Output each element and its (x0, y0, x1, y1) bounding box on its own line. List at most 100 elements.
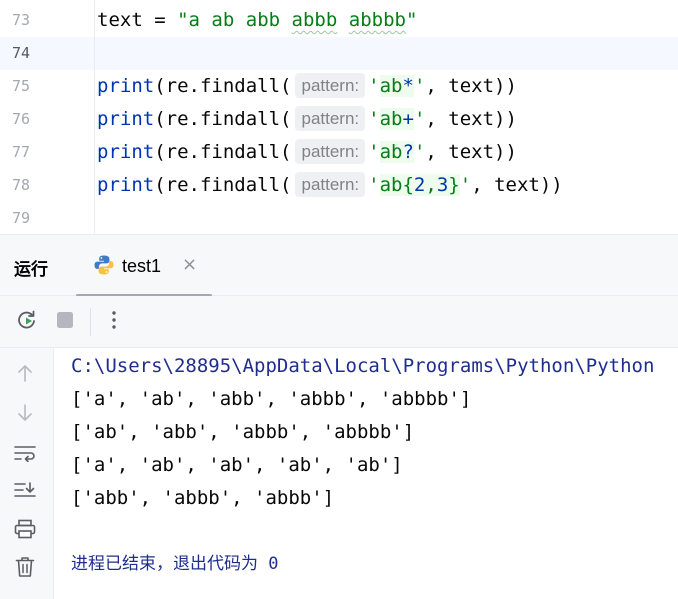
regex-comma: , (425, 174, 437, 196)
parameter-hint: pattern: (295, 139, 366, 164)
regex-quantifier-max: 3 (436, 174, 449, 196)
regex-quantifier-min: 2 (413, 174, 426, 196)
run-tool-window-header: 运行 test1 × (0, 234, 678, 297)
gutter-line: 75 (0, 70, 60, 103)
arrow-up-icon (16, 363, 34, 387)
clear-console-button[interactable] (12, 556, 38, 582)
string-quote: ' (368, 141, 380, 163)
findall-call: (re.findall( (154, 75, 292, 97)
string-quote: ' (459, 174, 472, 196)
line-number: 78 (11, 176, 30, 194)
current-line-highlight (0, 37, 678, 70)
gutter-line: 78 (0, 169, 60, 202)
run-toolbar (0, 296, 678, 348)
findall-call: (re.findall( (154, 108, 292, 130)
console-output-line: ['a', 'ab', 'ab', 'ab', 'ab'] (71, 454, 403, 476)
string-quote: " (177, 9, 189, 31)
variable-name: text (97, 9, 143, 31)
print-button[interactable] (12, 518, 38, 544)
string-quote: ' (413, 141, 426, 163)
string-part (337, 9, 348, 31)
more-options-button[interactable] (100, 308, 128, 336)
print-call: print (97, 141, 155, 163)
print-call: print (97, 75, 155, 97)
console-output-line: ['abb', 'abbb', 'abbb'] (71, 487, 335, 509)
line-number: 75 (11, 77, 30, 95)
print-call: print (97, 174, 155, 196)
call-arguments: , text)) (471, 174, 563, 196)
run-console[interactable]: C:\Users\28895\AppData\Local\Programs\Py… (55, 348, 678, 599)
string-part: a ab (188, 9, 246, 31)
code-line-77[interactable]: print(re.findall(pattern:'ab?', text)) (97, 136, 517, 169)
code-editor[interactable]: 73 74 75 76 77 78 79 text = "a ab abb ab… (0, 0, 678, 234)
rerun-button[interactable] (13, 308, 41, 336)
process-exit-message: 进程已结束，退出代码为 0 (71, 554, 279, 574)
line-number: 74 (11, 44, 30, 62)
string-part (280, 9, 291, 31)
tab-test1[interactable]: test1 × (76, 235, 212, 297)
console-output-line: ['a', 'ab', 'abb', 'abbb', 'abbbb'] (71, 388, 472, 410)
print-call: print (97, 108, 155, 130)
parameter-hint: pattern: (295, 172, 366, 197)
regex-literal: ab (379, 141, 403, 163)
scroll-to-end-button[interactable] (12, 480, 38, 506)
string-quote: ' (368, 108, 380, 130)
gutter-line: 74 (0, 37, 60, 70)
line-number: 76 (11, 110, 30, 128)
call-arguments: , text)) (425, 75, 517, 97)
tool-window-title: 运行 (14, 260, 48, 279)
regex-quantifier: * (402, 75, 414, 97)
gutter-line: 76 (0, 103, 60, 136)
findall-call: (re.findall( (154, 174, 292, 196)
rerun-icon (15, 308, 39, 336)
parameter-hint: pattern: (295, 73, 366, 98)
typo-underlined-word: abbb (291, 9, 338, 31)
soft-wrap-button[interactable] (12, 442, 38, 468)
console-side-toolbar (0, 348, 54, 599)
gutter-line: 79 (0, 202, 60, 235)
code-line-75[interactable]: print(re.findall(pattern:'ab*', text)) (97, 70, 517, 103)
string-quote: ' (413, 108, 426, 130)
line-number: 79 (11, 209, 30, 227)
toolbar-separator (90, 308, 91, 336)
gutter-line: 77 (0, 136, 60, 169)
findall-call: (re.findall( (154, 141, 292, 163)
regex-literal: ab (379, 75, 403, 97)
string-part: abb (245, 9, 281, 31)
regex-literal: ab{ (379, 174, 414, 196)
scroll-down-button[interactable] (12, 402, 38, 428)
tab-label: test1 (122, 256, 162, 276)
parameter-hint: pattern: (295, 106, 366, 131)
regex-brace: } (448, 174, 460, 196)
string-quote: ' (413, 75, 426, 97)
more-vertical-icon (111, 310, 117, 334)
regex-quantifier: ? (402, 141, 414, 163)
typo-underlined-word: abbbb (348, 9, 406, 31)
string-quote: ' (368, 75, 380, 97)
string-quote: ' (368, 174, 380, 196)
python-icon (93, 254, 115, 276)
interpreter-path: C:\Users\28895\AppData\Local\Programs\Py… (71, 355, 655, 377)
assign-operator: = (142, 9, 178, 31)
regex-quantifier: + (402, 108, 414, 130)
gutter-separator (94, 0, 95, 234)
gutter-line: 73 (0, 4, 60, 37)
close-icon[interactable]: × (182, 254, 197, 275)
arrow-down-icon (16, 403, 34, 427)
console-output-line: ['ab', 'abb', 'abbb', 'abbbb'] (71, 421, 415, 443)
soft-wrap-icon (14, 444, 36, 466)
code-line-78[interactable]: print(re.findall(pattern:'ab{2,3}', text… (97, 169, 563, 202)
trash-icon (15, 556, 35, 582)
string-quote: " (405, 9, 418, 31)
scroll-up-button[interactable] (12, 362, 38, 388)
line-number: 73 (11, 11, 30, 29)
print-icon (14, 519, 36, 543)
stop-icon (55, 310, 75, 334)
code-line-76[interactable]: print(re.findall(pattern:'ab+', text)) (97, 103, 517, 136)
call-arguments: , text)) (425, 108, 517, 130)
line-number: 77 (11, 143, 30, 161)
call-arguments: , text)) (425, 141, 517, 163)
code-line-73[interactable]: text = "a ab abb abbb abbbb" (97, 4, 417, 37)
regex-literal: ab (379, 108, 403, 130)
stop-button[interactable] (51, 308, 79, 336)
